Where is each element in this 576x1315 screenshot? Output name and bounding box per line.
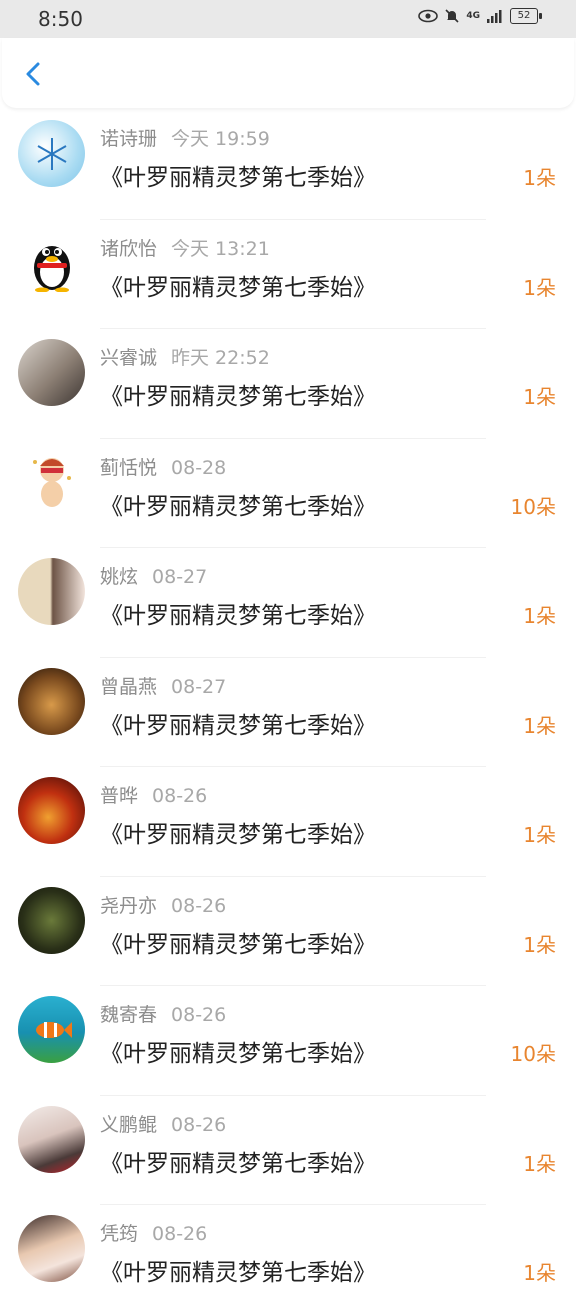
list-item[interactable]: 普晔 08-26 《叶罗丽精灵梦第七季始》 1朵 (0, 767, 576, 877)
list-item[interactable]: 蓟恬悦 08-28 《叶罗丽精灵梦第七季始》 10朵 (0, 439, 576, 548)
work-title: 《叶罗丽精灵梦第七季始》 (100, 1260, 376, 1286)
portrait-avatar[interactable] (18, 1105, 85, 1173)
fire-figure-avatar[interactable] (18, 777, 85, 844)
list-item[interactable]: 诸欣怡 今天 13:21 《叶罗丽精灵梦第七季始》 1朵 (0, 220, 576, 329)
flower-count: 1朵 (523, 385, 556, 409)
chevron-left-icon[interactable] (20, 60, 48, 88)
flower-count: 1朵 (523, 1261, 556, 1285)
top-nav-bar (2, 38, 574, 108)
status-time: 8:50 (38, 7, 83, 31)
post-date: 08-28 (171, 456, 227, 479)
status-icons: 4G 52 (418, 8, 542, 24)
mute-bell-icon (445, 9, 459, 23)
wolf-avatar[interactable] (18, 667, 85, 735)
list-item[interactable]: 义鹏鲲 08-26 《叶罗丽精灵梦第七季始》 1朵 (0, 1096, 576, 1205)
flower-count: 10朵 (510, 1042, 556, 1066)
flower-count: 10朵 (510, 494, 556, 519)
anime-couple-avatar[interactable] (18, 339, 85, 406)
post-date: 昨天 22:52 (171, 347, 270, 369)
eye-icon (418, 9, 439, 23)
work-title: 《叶罗丽精灵梦第七季始》 (100, 384, 376, 410)
flower-count: 1朵 (523, 166, 556, 190)
list-item[interactable]: 曾晶燕 08-27 《叶罗丽精灵梦第七季始》 1朵 (0, 658, 576, 767)
post-date: 08-26 (171, 894, 227, 917)
user-name: 凭筠 08-26 (100, 1223, 208, 1245)
flower-count: 1朵 (523, 823, 556, 847)
user-name: 诸欣怡 今天 13:21 (100, 237, 270, 260)
list-item[interactable]: 魏寄春 08-26 《叶罗丽精灵梦第七季始》 10朵 (0, 986, 576, 1096)
flower-count: 1朵 (523, 932, 556, 957)
post-date: 08-27 (171, 675, 227, 698)
girl-mask-avatar[interactable] (18, 558, 85, 625)
work-title: 《叶罗丽精灵梦第七季始》 (100, 712, 376, 739)
work-title: 《叶罗丽精灵梦第七季始》 (100, 274, 376, 301)
flower-count: 1朵 (523, 604, 556, 628)
flower-count: 1朵 (523, 1151, 556, 1176)
post-date: 08-26 (171, 1113, 227, 1136)
post-date: 08-27 (152, 566, 208, 588)
cartoon-character-avatar[interactable] (18, 448, 85, 516)
work-title: 《叶罗丽精灵梦第七季始》 (100, 931, 376, 958)
user-name: 蓟恬悦 08-28 (100, 456, 227, 479)
post-date: 08-26 (152, 785, 208, 807)
battery-icon: 52 (510, 8, 542, 24)
user-name: 姚炫 08-27 (100, 566, 208, 588)
work-title: 《叶罗丽精灵梦第七季始》 (100, 1041, 376, 1067)
user-name: 兴睿诚 昨天 22:52 (100, 347, 270, 369)
post-date: 08-26 (171, 1004, 227, 1026)
flower-count: 1朵 (523, 713, 556, 738)
status-bar: 8:50 4G 52 (0, 0, 576, 38)
user-name: 诺诗珊 今天 19:59 (100, 128, 270, 150)
user-name: 魏寄春 08-26 (100, 1004, 227, 1026)
work-title: 《叶罗丽精灵梦第七季始》 (100, 822, 376, 848)
user-name: 尧丹亦 08-26 (100, 894, 227, 917)
user-name: 义鹏鲲 08-26 (100, 1113, 227, 1136)
network-type: 4G (466, 11, 480, 21)
work-title: 《叶罗丽精灵梦第七季始》 (100, 493, 376, 520)
user-name: 曾晶燕 08-27 (100, 675, 227, 698)
penguin-avatar[interactable] (18, 229, 85, 297)
work-title: 《叶罗丽精灵梦第七季始》 (100, 1150, 376, 1177)
post-date: 今天 13:21 (171, 237, 270, 260)
signal-icon (487, 10, 502, 23)
post-date: 08-26 (152, 1223, 208, 1245)
post-date: 今天 19:59 (171, 128, 270, 150)
snowflake-avatar[interactable] (18, 120, 85, 187)
clownfish-avatar[interactable] (18, 996, 85, 1063)
work-title: 《叶罗丽精灵梦第七季始》 (100, 603, 376, 629)
user-name: 普晔 08-26 (100, 785, 208, 807)
boy-portrait-avatar[interactable] (18, 1215, 85, 1282)
list-item[interactable]: 姚炫 08-27 《叶罗丽精灵梦第七季始》 1朵 (0, 548, 576, 658)
work-title: 《叶罗丽精灵梦第七季始》 (100, 165, 376, 191)
plant-avatar[interactable] (18, 886, 85, 954)
list-item[interactable]: 兴睿诚 昨天 22:52 《叶罗丽精灵梦第七季始》 1朵 (0, 329, 576, 439)
gift-record-list: 诺诗珊 今天 19:59 《叶罗丽精灵梦第七季始》 1朵 诸欣怡 今天 13:21 … (0, 110, 576, 1315)
list-item[interactable]: 凭筠 08-26 《叶罗丽精灵梦第七季始》 1朵 (0, 1205, 576, 1315)
list-item[interactable]: 诺诗珊 今天 19:59 《叶罗丽精灵梦第七季始》 1朵 (0, 110, 576, 220)
flower-count: 1朵 (523, 275, 556, 300)
list-item[interactable]: 尧丹亦 08-26 《叶罗丽精灵梦第七季始》 1朵 (0, 877, 576, 986)
